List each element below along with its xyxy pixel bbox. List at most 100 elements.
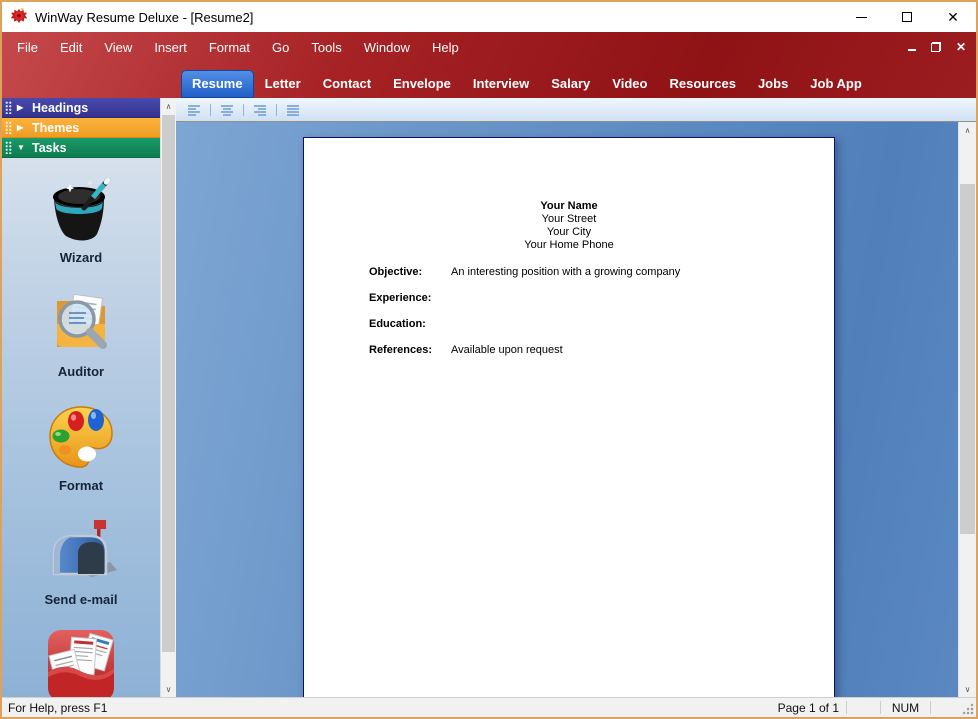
task-documents[interactable] <box>42 626 120 697</box>
menu-window[interactable]: Window <box>353 40 421 55</box>
row-value: An interesting position with a growing c… <box>451 266 680 279</box>
chevron-right-icon: ▶ <box>17 103 27 112</box>
tab-video[interactable]: Video <box>601 70 658 98</box>
doc-minimize-button[interactable] <box>908 43 916 51</box>
doc-restore-icon <box>931 42 941 52</box>
chevron-right-icon: ▶ <box>17 123 27 132</box>
minimize-icon <box>856 17 867 18</box>
tab-salary[interactable]: Salary <box>540 70 601 98</box>
scroll-down-icon[interactable]: ∨ <box>959 681 976 697</box>
row-value: Available upon request <box>451 344 563 357</box>
resume-header: Your Name Your Street Your City Your Hom… <box>304 200 834 252</box>
doc-restore-button[interactable] <box>931 42 941 52</box>
window-controls: ✕ <box>838 2 976 32</box>
task-auditor[interactable]: Auditor <box>42 284 120 379</box>
align-left-icon[interactable] <box>187 104 201 116</box>
section-label: Headings <box>32 101 88 115</box>
document-window-controls: ✕ <box>908 38 966 56</box>
task-wizard[interactable]: Wizard <box>42 170 120 265</box>
align-justify-icon[interactable] <box>286 104 300 116</box>
menu-bar: File Edit View Insert Format Go Tools Wi… <box>2 32 976 62</box>
resume-phone: Your Home Phone <box>304 239 834 252</box>
app-window: WinWay Resume Deluxe - [Resume2] ✕ File … <box>0 0 978 719</box>
scroll-up-icon[interactable]: ∧ <box>959 122 976 138</box>
sidebar-section-headings[interactable]: ▶ Headings <box>2 98 160 118</box>
status-separator <box>930 701 931 714</box>
task-label: Wizard <box>60 250 103 265</box>
formatting-toolbar <box>176 98 976 122</box>
document-scrollbar-thumb[interactable] <box>960 184 975 534</box>
tab-envelope[interactable]: Envelope <box>382 70 462 98</box>
tab-letter[interactable]: Letter <box>254 70 312 98</box>
documents-pocket-icon <box>42 626 120 697</box>
toolbar-separator <box>276 104 277 116</box>
section-label: Themes <box>32 121 79 135</box>
grip-dots-icon <box>5 101 12 114</box>
task-label: Format <box>59 478 103 493</box>
document-area: Your Name Your Street Your City Your Hom… <box>176 122 958 697</box>
task-format[interactable]: Format <box>42 398 120 493</box>
grip-dots-icon <box>5 121 12 134</box>
tab-jobs[interactable]: Jobs <box>747 70 799 98</box>
tab-resume[interactable]: Resume <box>181 70 254 98</box>
task-label: Send e-mail <box>45 592 118 607</box>
toolbar-separator <box>243 104 244 116</box>
resize-grip[interactable] <box>961 702 974 715</box>
sidebar-scrollbar-track[interactable] <box>161 114 176 681</box>
window-title: WinWay Resume Deluxe - [Resume2] <box>35 10 253 25</box>
main-area: ▶ Headings ▶ Themes ▼ Tasks <box>2 98 976 697</box>
align-center-icon[interactable] <box>220 104 234 116</box>
row-label: References: <box>369 344 451 357</box>
ribbon-area: File Edit View Insert Format Go Tools Wi… <box>2 32 976 98</box>
sidebar-section-tasks[interactable]: ▼ Tasks <box>2 138 160 158</box>
section-label: Tasks <box>32 141 67 155</box>
tab-contact[interactable]: Contact <box>312 70 382 98</box>
mailbox-icon <box>42 512 120 590</box>
task-send-email[interactable]: Send e-mail <box>42 512 120 607</box>
sidebar-scrollbar-thumb[interactable] <box>162 115 175 652</box>
resume-sections: Objective: An interesting position with … <box>369 266 834 357</box>
close-icon: ✕ <box>947 10 959 24</box>
sidebar: ▶ Headings ▶ Themes ▼ Tasks <box>2 98 160 697</box>
wizard-hat-icon <box>42 170 120 248</box>
scroll-down-icon[interactable]: ∨ <box>161 681 176 697</box>
status-help-text: For Help, press F1 <box>2 701 107 715</box>
menu-format[interactable]: Format <box>198 40 261 55</box>
tab-resources[interactable]: Resources <box>658 70 746 98</box>
menu-help[interactable]: Help <box>421 40 470 55</box>
resume-row-references: References: Available upon request <box>369 344 834 357</box>
resume-row-education: Education: <box>369 318 834 331</box>
tab-interview[interactable]: Interview <box>462 70 540 98</box>
close-button[interactable]: ✕ <box>930 2 976 32</box>
sidebar-section-themes[interactable]: ▶ Themes <box>2 118 160 138</box>
document-scrollbar-track[interactable] <box>959 138 976 681</box>
tab-bar: Resume Letter Contact Envelope Interview… <box>2 62 976 98</box>
doc-close-icon: ✕ <box>956 40 966 54</box>
tasks-panel: Wizard <box>2 158 160 697</box>
document-column: Your Name Your Street Your City Your Hom… <box>176 98 976 697</box>
status-bar: For Help, press F1 Page 1 of 1 NUM <box>2 697 976 717</box>
tab-job-app[interactable]: Job App <box>799 70 873 98</box>
resume-row-objective: Objective: An interesting position with … <box>369 266 834 279</box>
align-right-icon[interactable] <box>253 104 267 116</box>
resume-row-experience: Experience: <box>369 292 834 305</box>
sidebar-scrollbar[interactable]: ∧ ∨ <box>160 98 176 697</box>
menu-go[interactable]: Go <box>261 40 300 55</box>
scroll-up-icon[interactable]: ∧ <box>161 98 176 114</box>
minimize-button[interactable] <box>838 2 884 32</box>
resume-city: Your City <box>304 226 834 239</box>
winway-logo-icon <box>10 8 28 26</box>
menu-view[interactable]: View <box>93 40 143 55</box>
resume-page[interactable]: Your Name Your Street Your City Your Hom… <box>303 137 835 697</box>
document-scrollbar[interactable]: ∧ ∨ <box>958 122 976 697</box>
toolbar-separator <box>210 104 211 116</box>
menu-edit[interactable]: Edit <box>49 40 93 55</box>
maximize-button[interactable] <box>884 2 930 32</box>
menu-insert[interactable]: Insert <box>143 40 198 55</box>
row-label: Education: <box>369 318 451 331</box>
doc-close-button[interactable]: ✕ <box>956 38 966 56</box>
menu-file[interactable]: File <box>6 40 49 55</box>
grip-dots-icon <box>5 141 12 154</box>
menu-tools[interactable]: Tools <box>300 40 352 55</box>
doc-minimize-icon <box>908 49 916 51</box>
